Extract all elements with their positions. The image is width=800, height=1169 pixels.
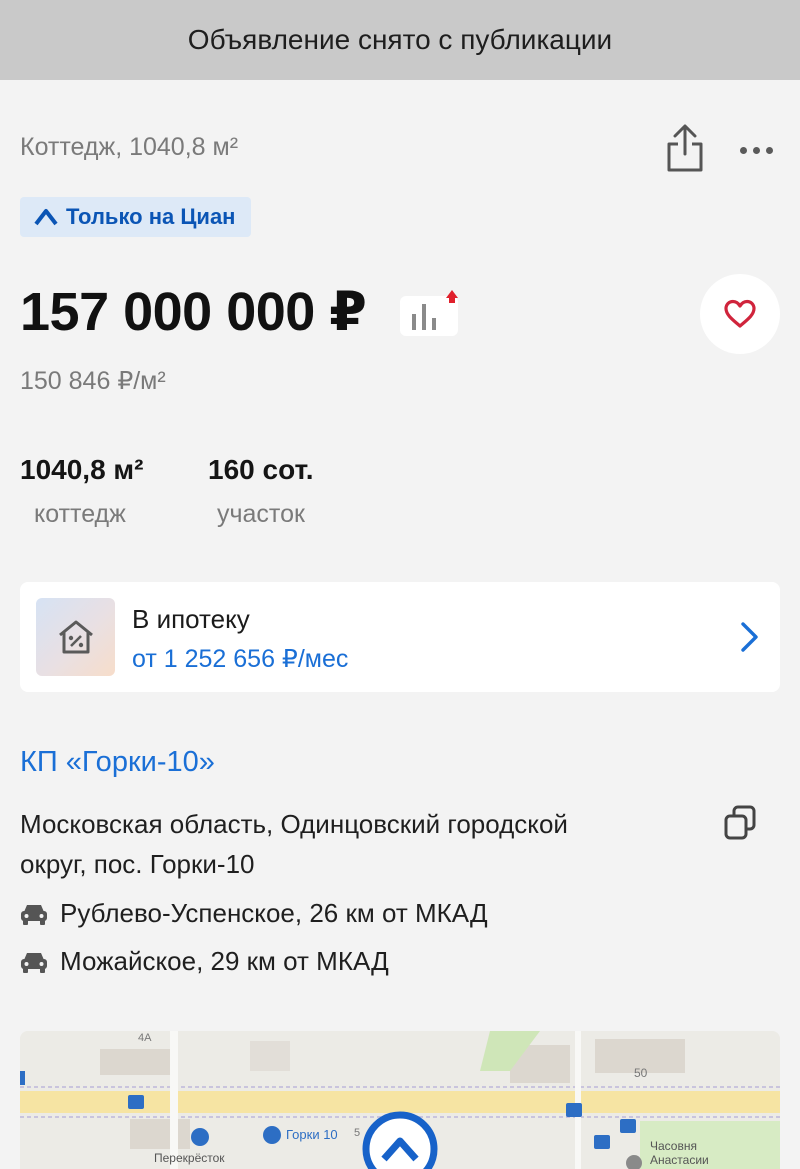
- feature-plot: 160 сот. участок: [208, 454, 314, 529]
- copy-address-button[interactable]: [722, 804, 758, 842]
- favorite-button[interactable]: [700, 274, 780, 354]
- listing-subtitle: Коттедж, 1040,8 м²: [20, 133, 239, 161]
- address-line: Московская область, Одинцовский городско…: [20, 809, 568, 839]
- price: 157 000 000 ₽: [20, 282, 367, 342]
- price-chart-icon: [400, 290, 458, 336]
- address-line: округ, пос. Горки-10: [20, 849, 255, 879]
- feature-area: 1040,8 м² коттедж: [20, 454, 143, 529]
- feature-value: 160 сот.: [208, 454, 314, 485]
- map-label: Горки 10: [286, 1127, 338, 1142]
- unpublished-banner: Объявление снято с публикации: [0, 0, 800, 80]
- highway-label: Можайское, 29 км от МКАД: [60, 946, 389, 976]
- badge-label: Только на Циан: [66, 204, 236, 229]
- car-icon: [21, 904, 47, 925]
- house-percent-icon: [58, 620, 93, 654]
- mortgage-icon-box: [36, 598, 115, 676]
- map-label: Часовня: [650, 1139, 697, 1153]
- village-link[interactable]: КП «Горки-10»: [20, 746, 215, 779]
- feature-label: коттедж: [34, 500, 126, 528]
- cian-logo-icon: [34, 209, 58, 226]
- map-label: 5: [354, 1127, 361, 1139]
- map-label: 50: [634, 1066, 648, 1080]
- exclusive-badge: Только на Циан: [20, 197, 252, 237]
- share-icon: [667, 124, 703, 172]
- map-label: Анастасии: [650, 1153, 709, 1167]
- chevron-right-icon: [741, 622, 758, 652]
- more-dots-icon: [739, 146, 747, 154]
- feature-value: 1040,8 м²: [20, 454, 144, 485]
- highway-item: Можайское, 29 км от МКАД: [20, 946, 389, 977]
- car-icon: [21, 952, 47, 973]
- heart-icon: [724, 299, 756, 328]
- mortgage-card[interactable]: В ипотеку от 1 252 656 ₽/мес: [20, 582, 780, 692]
- mortgage-payment: от 1 252 656 ₽/мес: [132, 645, 349, 673]
- mortgage-title: В ипотеку: [132, 604, 250, 634]
- map-label: Перекрёсток: [154, 1151, 225, 1165]
- address: Московская область, Одинцовский городско…: [20, 804, 660, 884]
- banner-text: Объявление снято с публикации: [187, 24, 613, 55]
- feature-label: участок: [217, 500, 305, 528]
- map-label: 4А: [138, 1032, 152, 1044]
- copy-icon: [724, 805, 756, 840]
- more-dot: [765, 146, 773, 154]
- price-history-button[interactable]: [400, 290, 462, 338]
- price-per-meter: 150 846 ₽/м²: [20, 367, 166, 395]
- highway-item: Рублево-Успенское, 26 км от МКАД: [20, 898, 488, 929]
- location-map[interactable]: 4А 50 Горки 10 Перекрёсток Часовня Анаст…: [20, 1031, 780, 1169]
- more-dot: [752, 146, 760, 154]
- share-button[interactable]: [664, 122, 706, 174]
- more-options-button[interactable]: [735, 130, 777, 170]
- highway-label: Рублево-Успенское, 26 км от МКАД: [60, 898, 488, 928]
